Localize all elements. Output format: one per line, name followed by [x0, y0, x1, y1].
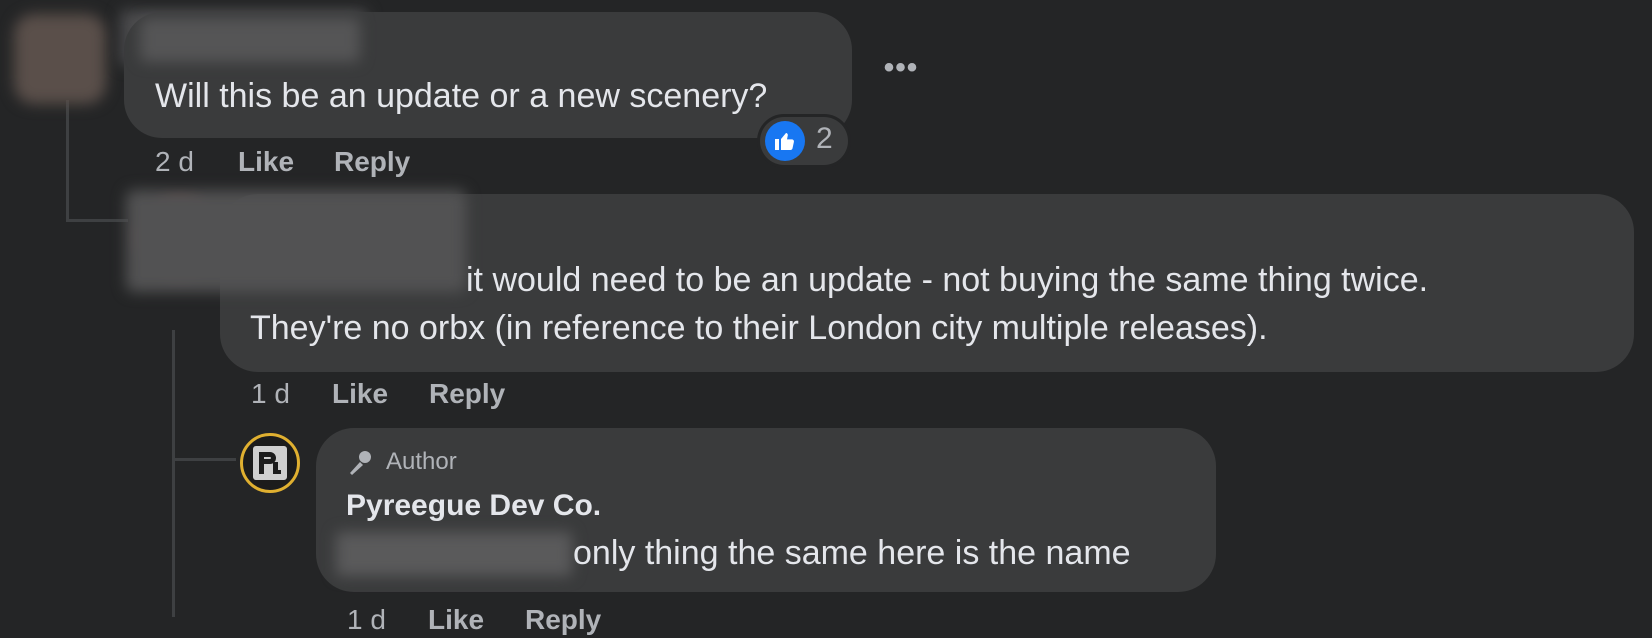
- more-options-button[interactable]: •••: [876, 53, 926, 88]
- microphone-icon: [346, 449, 374, 482]
- redacted-mention: [336, 532, 572, 576]
- comment-text-line: it would need to be an update - not buyi…: [466, 261, 1429, 299]
- author-name[interactable]: Pyreegue Dev Co.: [346, 489, 601, 523]
- page-avatar[interactable]: [240, 433, 300, 493]
- timestamp[interactable]: 1 d: [347, 604, 386, 636]
- timestamp[interactable]: 2 d: [155, 146, 194, 178]
- redacted-name: [126, 190, 466, 292]
- like-button[interactable]: Like: [238, 146, 294, 178]
- comment-text: only thing the same here is the name: [573, 534, 1131, 572]
- thread-line-branch: [172, 458, 236, 461]
- thread-line-branch: [66, 219, 128, 222]
- like-button[interactable]: Like: [332, 378, 388, 410]
- thumbs-up-icon: [765, 121, 805, 161]
- redacted-name: [140, 18, 360, 62]
- thread-line: [66, 100, 69, 222]
- reply-button[interactable]: Reply: [334, 146, 410, 178]
- comment-actions: 2 d Like Reply: [155, 146, 455, 180]
- reaction-count-badge[interactable]: 2: [760, 117, 848, 165]
- thread-line: [172, 330, 175, 617]
- comment-actions: 1 d Like Reply: [251, 378, 551, 412]
- timestamp[interactable]: 1 d: [251, 378, 290, 410]
- reaction-count: 2: [816, 122, 833, 155]
- reply-button[interactable]: Reply: [429, 378, 505, 410]
- like-button[interactable]: Like: [428, 604, 484, 636]
- comment-text: Will this be an update or a new scenery?: [155, 77, 768, 115]
- page-logo-icon: [253, 446, 287, 480]
- author-badge: Author: [386, 448, 457, 475]
- comment-actions: 1 d Like Reply: [347, 604, 647, 638]
- avatar[interactable]: [14, 14, 106, 104]
- comment-text-line: They're no orbx (in reference to their L…: [250, 309, 1268, 347]
- reply-button[interactable]: Reply: [525, 604, 601, 636]
